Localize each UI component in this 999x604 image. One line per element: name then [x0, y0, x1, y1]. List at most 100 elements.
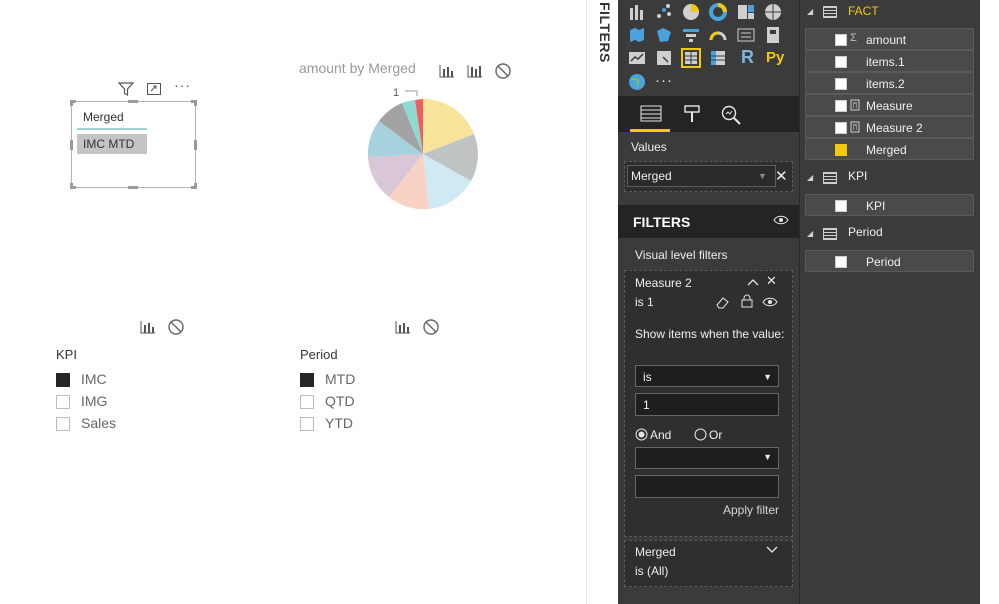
kpi-icon[interactable] [627, 48, 647, 68]
pie-chart-icon[interactable] [681, 2, 701, 22]
multi-row-card-icon[interactable] [736, 25, 756, 45]
filter-value-input[interactable]: 1 [635, 393, 779, 416]
checkbox[interactable] [835, 200, 847, 212]
remove-filter-close-icon[interactable]: ✕ [766, 273, 777, 289]
filled-map-icon[interactable] [627, 25, 647, 45]
checkbox[interactable] [835, 122, 847, 134]
gauge-icon[interactable] [708, 25, 728, 45]
disable-icon[interactable] [494, 62, 512, 80]
scatter-chart-icon[interactable] [654, 2, 674, 22]
apply-filter-button[interactable]: Apply filter [723, 503, 779, 517]
slicer-item[interactable]: MTD [300, 370, 410, 390]
checkbox[interactable] [56, 395, 70, 409]
field-items-1[interactable]: items.1 [805, 50, 974, 72]
field-kpi[interactable]: KPI [805, 194, 974, 216]
eye-icon[interactable] [773, 214, 789, 226]
slicer-item[interactable]: Sales [56, 414, 166, 434]
checkbox[interactable] [300, 417, 314, 431]
field-merged[interactable]: Merged [805, 138, 974, 160]
resize-handle[interactable] [70, 100, 73, 106]
expand-triangle-icon[interactable]: ◢ [807, 7, 813, 16]
resize-handle[interactable] [194, 100, 197, 106]
checkbox[interactable] [56, 373, 70, 387]
filter-icon[interactable] [117, 81, 135, 97]
chevron-up-icon[interactable] [746, 277, 760, 287]
checkbox[interactable] [300, 395, 314, 409]
expand-triangle-icon[interactable]: ◢ [807, 173, 813, 182]
stacked-column-chart-icon[interactable] [627, 2, 647, 22]
resize-handle[interactable] [128, 100, 138, 103]
resize-handle[interactable] [70, 183, 73, 189]
more-options-icon[interactable]: ··· [174, 77, 191, 93]
table-viz-icon[interactable] [681, 48, 701, 68]
filters-pane-label[interactable]: FILTERS [591, 2, 613, 63]
checkbox[interactable] [835, 34, 847, 46]
more-visuals-icon[interactable]: ··· [655, 72, 673, 89]
matrix-icon[interactable] [708, 48, 728, 68]
hide-eye-icon[interactable] [762, 295, 778, 309]
slicer-item[interactable]: IMG [56, 392, 166, 412]
slicer-icon[interactable] [654, 48, 674, 68]
operator-select[interactable]: is ▼ [635, 365, 779, 387]
pie-chart[interactable] [366, 97, 480, 211]
checkbox-checked[interactable] [835, 144, 847, 156]
field-measure-2[interactable]: Measure 2 [805, 116, 974, 138]
drill-mode-icon[interactable] [437, 62, 457, 80]
checkbox[interactable] [835, 100, 847, 112]
checkbox[interactable] [835, 256, 847, 268]
resize-handle[interactable] [194, 140, 197, 150]
tab-fields[interactable] [630, 96, 670, 132]
second-value-input[interactable] [635, 475, 779, 498]
table-period[interactable]: Period [848, 225, 883, 239]
focus-mode-icon[interactable] [146, 82, 162, 96]
card-icon[interactable] [763, 25, 783, 45]
treemap-icon[interactable] [736, 2, 756, 22]
slicer-item[interactable]: IMC [56, 370, 166, 390]
or-label: Or [709, 428, 723, 442]
chart-type-icon[interactable] [466, 62, 484, 80]
or-radio[interactable]: Or [694, 427, 764, 443]
donut-chart-icon[interactable] [708, 2, 728, 22]
checkbox[interactable] [835, 56, 847, 68]
funnel-chart-icon[interactable] [681, 25, 701, 45]
table-row[interactable]: IMC MTD [77, 134, 147, 154]
checkbox[interactable] [300, 373, 314, 387]
format-paint-roller-icon[interactable] [682, 104, 702, 124]
slicer-item[interactable]: QTD [300, 392, 410, 412]
slicer-item[interactable]: YTD [300, 414, 410, 434]
values-field-pill[interactable]: Merged ▼ [627, 165, 776, 187]
checkbox[interactable] [56, 417, 70, 431]
field-amount[interactable]: Σ amount [805, 28, 974, 50]
resize-handle[interactable] [194, 183, 197, 189]
report-canvas[interactable] [0, 0, 586, 604]
python-visual-icon[interactable]: Py [766, 49, 784, 66]
disable-icon[interactable] [167, 318, 185, 336]
remove-field-close-icon[interactable]: ✕ [775, 167, 788, 185]
r-visual-icon[interactable]: R [741, 47, 754, 68]
resize-handle[interactable] [128, 186, 138, 189]
disable-icon[interactable] [422, 318, 440, 336]
resize-handle[interactable] [70, 140, 73, 150]
checkbox[interactable] [835, 78, 847, 90]
field-items-2[interactable]: items.2 [805, 72, 974, 94]
expand-triangle-icon[interactable]: ◢ [807, 229, 813, 238]
chevron-down-icon[interactable]: ▼ [758, 166, 767, 186]
table-column-header[interactable]: Merged [77, 106, 147, 130]
filters-pane-collapsed[interactable] [587, 0, 618, 604]
eraser-icon[interactable] [715, 295, 731, 309]
table-fact[interactable]: FACT [848, 4, 879, 18]
globe-icon[interactable] [627, 72, 647, 92]
table-kpi[interactable]: KPI [848, 169, 867, 183]
slicer-title-kpi: KPI [56, 347, 77, 362]
lock-icon[interactable] [740, 294, 754, 308]
shape-map-icon[interactable] [654, 25, 674, 45]
drill-mode-icon[interactable] [138, 318, 158, 336]
analytics-magnifier-icon[interactable] [720, 104, 742, 126]
map-icon[interactable] [763, 2, 783, 22]
field-measure[interactable]: Measure [805, 94, 974, 116]
field-period[interactable]: Period [805, 250, 974, 272]
filter-card-title[interactable]: Measure 2 [635, 276, 692, 290]
chevron-down-icon[interactable] [765, 545, 779, 555]
second-operator-select[interactable]: ▼ [635, 447, 779, 469]
drill-mode-icon[interactable] [393, 318, 413, 336]
